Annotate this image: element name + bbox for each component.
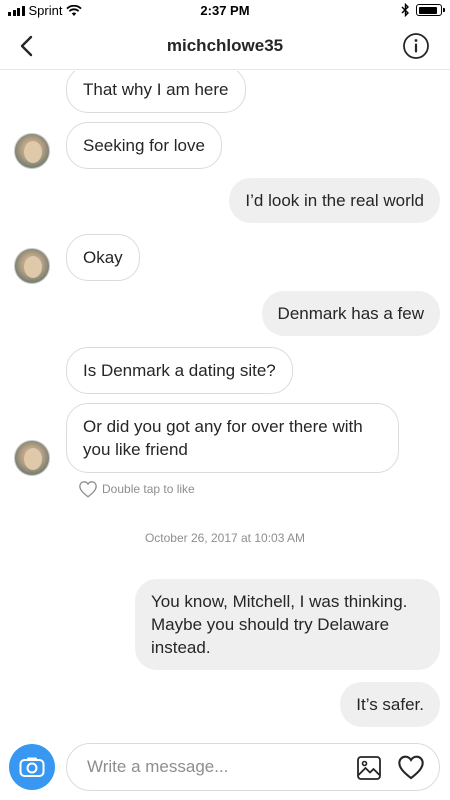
message-text: Seeking for love <box>83 136 205 155</box>
sender-avatar[interactable] <box>14 440 50 476</box>
battery-icon <box>416 4 445 16</box>
sender-avatar[interactable] <box>14 248 50 284</box>
status-time: 2:37 PM <box>200 3 250 18</box>
bluetooth-icon <box>401 3 409 17</box>
camera-icon <box>19 757 45 777</box>
battery-fill <box>418 6 438 14</box>
like-button[interactable] <box>397 754 425 782</box>
info-icon <box>403 33 429 59</box>
double-tap-hint[interactable]: Double tap to like <box>78 480 195 498</box>
outgoing-message[interactable]: It’s safer. <box>340 682 440 727</box>
like-hint-label: Double tap to like <box>102 482 195 496</box>
incoming-message[interactable]: Seeking for love <box>66 122 222 169</box>
outgoing-message[interactable]: Denmark has a few <box>261 291 440 336</box>
message-composer <box>66 743 440 791</box>
heart-outline-icon <box>79 481 97 498</box>
heart-icon <box>398 755 424 780</box>
message-text: Or did you got any for over there with y… <box>83 417 363 459</box>
message-text: You know, Mitchell, I was thinking. Mayb… <box>151 592 408 657</box>
message-text: Okay <box>83 248 123 267</box>
message-text: Is Denmark a dating site? <box>83 361 276 380</box>
message-text: That why I am here <box>83 80 229 99</box>
incoming-message[interactable]: Okay <box>66 234 140 281</box>
incoming-message[interactable]: Or did you got any for over there with y… <box>66 403 399 473</box>
gallery-icon <box>357 756 381 780</box>
status-bar: Sprint 2:37 PM <box>0 0 450 22</box>
conversation-header: michchlowe35 <box>0 22 450 70</box>
info-button[interactable] <box>402 32 430 60</box>
gallery-button[interactable] <box>355 754 383 782</box>
incoming-message[interactable]: Is Denmark a dating site? <box>66 347 293 394</box>
status-right-group <box>401 3 445 17</box>
message-text: I’d look in the real world <box>245 191 424 210</box>
message-thread[interactable]: That why I am here Seeking for love I’d … <box>0 71 450 732</box>
message-text: It’s safer. <box>356 695 424 714</box>
message-input[interactable] <box>87 744 347 790</box>
incoming-message[interactable]: That why I am here <box>66 71 246 113</box>
camera-button[interactable] <box>9 744 55 790</box>
outgoing-message[interactable]: You know, Mitchell, I was thinking. Mayb… <box>135 579 440 670</box>
conversation-title[interactable]: michchlowe35 <box>0 36 450 56</box>
message-text: Denmark has a few <box>277 304 424 323</box>
thread-timestamp: October 26, 2017 at 10:03 AM <box>144 531 306 545</box>
sender-avatar[interactable] <box>14 133 50 169</box>
outgoing-message[interactable]: I’d look in the real world <box>229 178 440 223</box>
